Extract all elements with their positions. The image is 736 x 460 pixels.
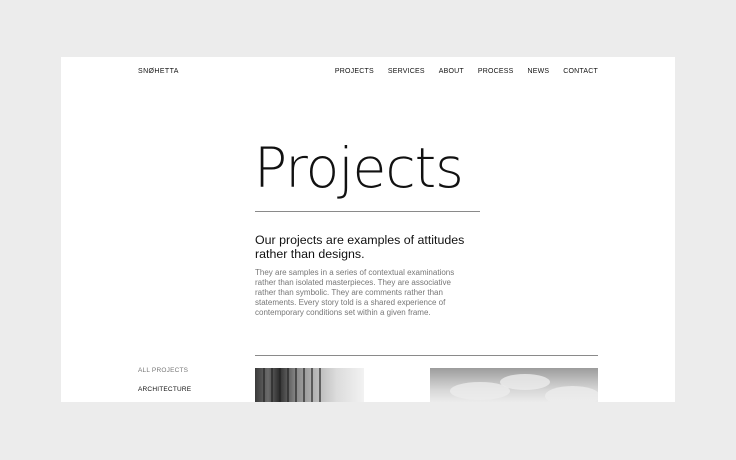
- nav-contact[interactable]: CONTACT: [563, 68, 598, 75]
- nav-projects[interactable]: PROJECTS: [335, 68, 374, 75]
- page-canvas: SNØHETTA PROJECTS SERVICES ABOUT PROCESS…: [61, 57, 675, 402]
- lead-text: Our projects are examples of attitudes r…: [255, 233, 465, 261]
- nav-process[interactable]: PROCESS: [478, 68, 514, 75]
- main-nav: PROJECTS SERVICES ABOUT PROCESS NEWS CON…: [321, 68, 598, 75]
- nav-news[interactable]: NEWS: [527, 68, 549, 75]
- filter-architecture[interactable]: ARCHITECTURE: [138, 386, 191, 393]
- page-title: Projects: [254, 136, 464, 200]
- section-divider: [255, 355, 598, 356]
- filter-all-projects[interactable]: ALL PROJECTS: [138, 367, 188, 374]
- logo[interactable]: SNØHETTA: [138, 68, 179, 75]
- project-thumbnail-building[interactable]: [255, 368, 364, 402]
- project-thumbnail-sky[interactable]: [430, 368, 598, 402]
- intro-paragraph: They are samples in a series of contextu…: [255, 268, 455, 317]
- nav-services[interactable]: SERVICES: [388, 68, 425, 75]
- nav-about[interactable]: ABOUT: [439, 68, 464, 75]
- title-divider: [255, 211, 480, 212]
